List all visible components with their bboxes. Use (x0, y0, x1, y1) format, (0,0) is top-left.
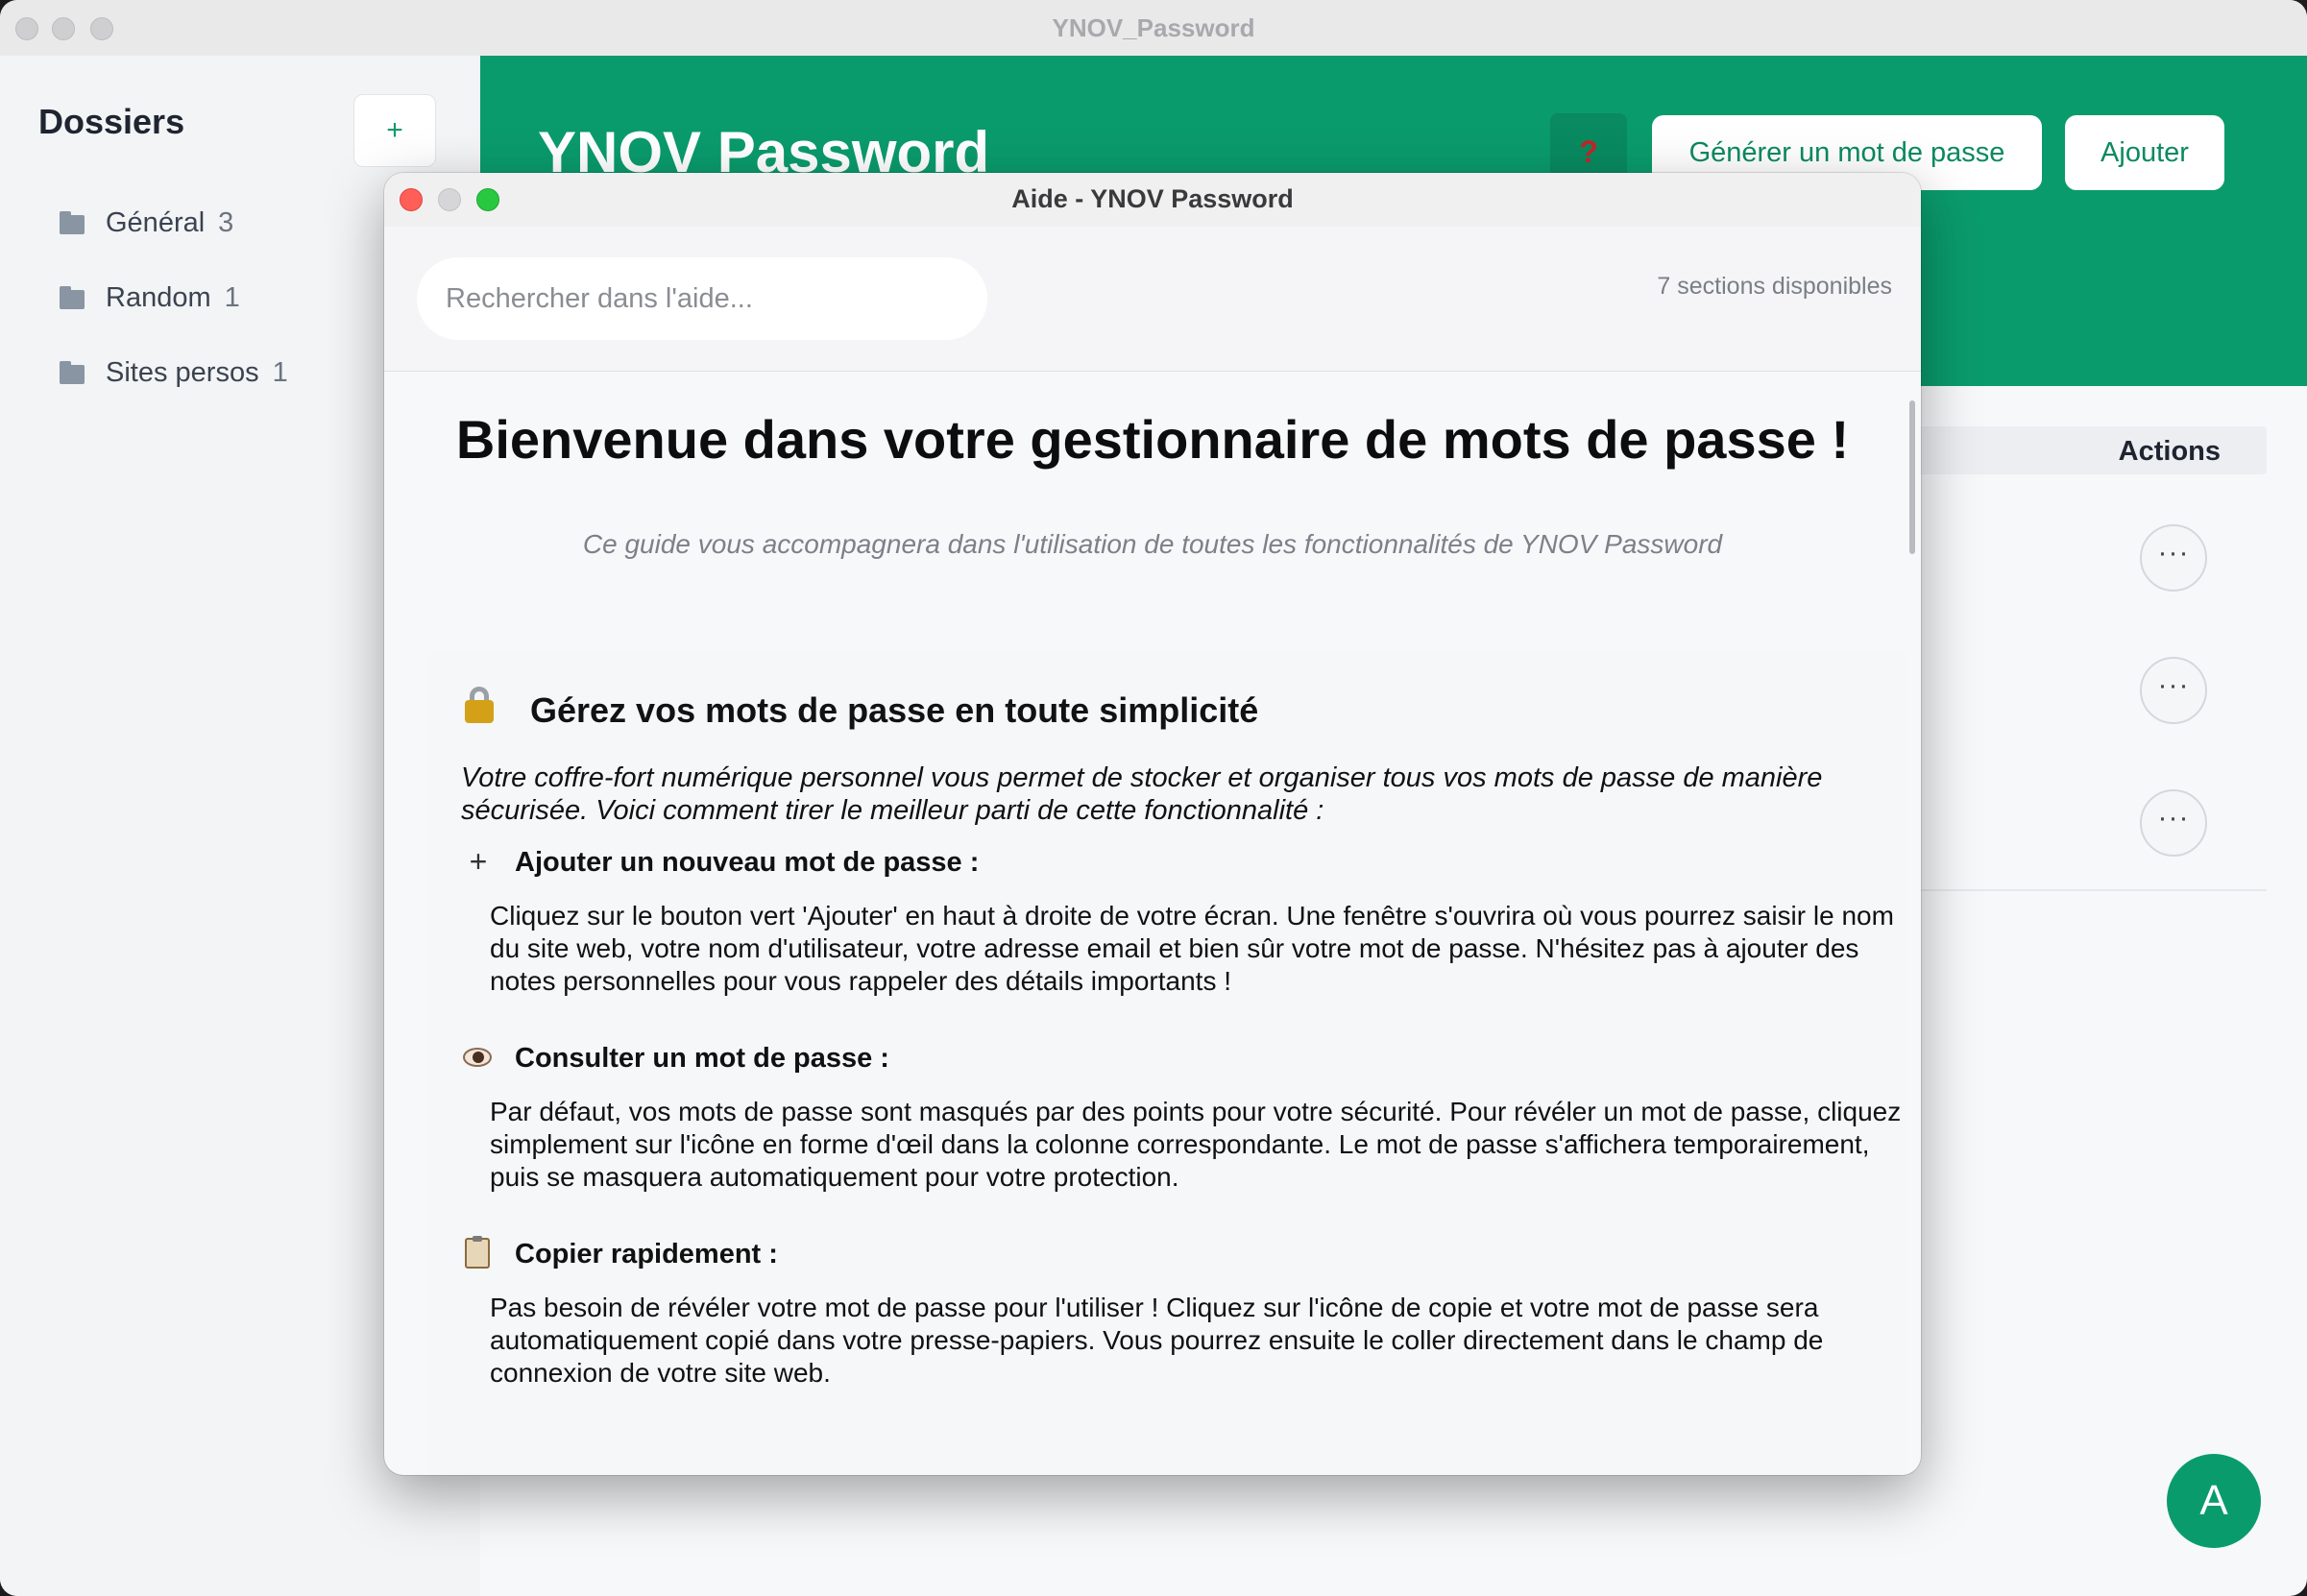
main-titlebar: YNOV_Password (0, 0, 2307, 57)
row-actions-button[interactable]: ··· (2140, 789, 2207, 857)
help-dialog-title: Aide - YNOV Password (1011, 184, 1294, 213)
table-header: Actions (1863, 426, 2267, 474)
window-title: YNOV_Password (1052, 13, 1255, 42)
section-intro: Votre coffre-fort numérique personnel vo… (461, 762, 1823, 826)
table-row: ··· (1863, 624, 2267, 759)
sections-count: 7 sections disponibles (1657, 273, 1892, 300)
help-item-body: Par défaut, vos mots de passe sont masqu… (490, 1097, 1902, 1192)
table-row: ··· (1863, 492, 2267, 626)
folder-count: 3 (218, 206, 234, 238)
add-folder-button[interactable]: + (353, 94, 436, 167)
avatar[interactable]: A (2167, 1454, 2261, 1548)
help-section: Gérez vos mots de passe en toute simplic… (428, 652, 1907, 1475)
help-item-title: Ajouter un nouveau mot de passe : (515, 847, 980, 878)
folder-icon (60, 286, 86, 309)
table-row: ··· (1863, 757, 2267, 891)
row-actions-button[interactable]: ··· (2140, 524, 2207, 592)
actions-column-header: Actions (2118, 436, 2221, 467)
folder-name: Général (106, 206, 206, 238)
folder-icon (60, 211, 86, 234)
folder-count: 1 (272, 356, 288, 388)
help-content[interactable]: Bienvenue dans votre gestionnaire de mot… (384, 372, 1921, 1475)
plus-icon: + (469, 844, 488, 879)
help-search-bar: 7 sections disponibles (384, 227, 1921, 372)
lock-icon (461, 687, 499, 725)
welcome-title: Bienvenue dans votre gestionnaire de mot… (455, 409, 1850, 470)
sidebar-item-sites-persos[interactable]: Sites persos 1 (60, 351, 288, 394)
help-item-title: Consulter un mot de passe : (515, 1043, 889, 1074)
folder-name: Sites persos (106, 356, 259, 388)
folder-count: 1 (224, 281, 240, 313)
help-item-body: Pas besoin de révéler votre mot de passe… (490, 1293, 1824, 1388)
row-actions-button[interactable]: ··· (2140, 657, 2207, 724)
eye-icon (461, 1040, 496, 1075)
sidebar-item-random[interactable]: Random 1 (60, 277, 240, 319)
help-item-body: Cliquez sur le bouton vert 'Ajouter' en … (490, 901, 1894, 996)
section-title: Gérez vos mots de passe en toute simplic… (530, 690, 1259, 730)
help-dialog-titlebar: Aide - YNOV Password (384, 173, 1921, 228)
folder-icon (60, 361, 86, 384)
sidebar-item-general[interactable]: Général 3 (60, 202, 233, 244)
clipboard-icon (461, 1236, 496, 1270)
welcome-subtitle: Ce guide vous accompagnera dans l'utilis… (582, 529, 1723, 559)
help-dialog: Aide - YNOV Password 7 sections disponib… (384, 173, 1921, 1475)
sidebar-title: Dossiers (38, 102, 185, 141)
help-item-title: Copier rapidement : (515, 1239, 778, 1270)
help-search-input[interactable] (417, 257, 987, 340)
add-password-button[interactable]: Ajouter (2065, 115, 2224, 190)
folder-name: Random (106, 281, 211, 313)
